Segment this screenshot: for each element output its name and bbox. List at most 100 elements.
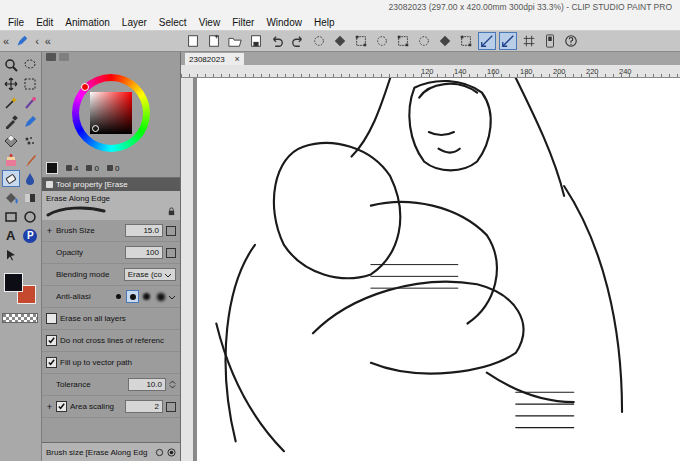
- expander[interactable]: +: [46, 226, 53, 236]
- menu-bar: File Edit Animation Layer Select View Filter Wi…: [0, 14, 680, 31]
- tool-button[interactable]: [22, 189, 40, 206]
- command-button[interactable]: [562, 32, 580, 50]
- collapse-button[interactable]: «: [3, 36, 9, 47]
- tool-button[interactable]: [22, 170, 39, 187]
- spinner-icon[interactable]: [169, 379, 176, 390]
- color-wheel[interactable]: [42, 64, 180, 161]
- canvas-tab[interactable]: 23082023 ×: [185, 53, 244, 65]
- tool-button[interactable]: [2, 113, 20, 130]
- blending-mode-select[interactable]: Erase (co: [124, 268, 176, 281]
- balloon-icon: P: [23, 229, 37, 243]
- tool-button[interactable]: [2, 75, 20, 92]
- command-button[interactable]: [457, 32, 475, 50]
- airbrush-icon: [23, 134, 37, 148]
- saturation-square[interactable]: [90, 92, 132, 134]
- redo-icon: [291, 34, 305, 48]
- menu-item[interactable]: File: [8, 17, 24, 28]
- command-button[interactable]: [289, 32, 307, 50]
- tool-button[interactable]: [2, 151, 20, 168]
- command-button[interactable]: [331, 32, 349, 50]
- command-button[interactable]: [352, 32, 370, 50]
- menu-item[interactable]: Animation: [65, 17, 109, 28]
- menu-item[interactable]: Window: [266, 17, 302, 28]
- anti-alias-option[interactable]: [112, 290, 125, 303]
- command-button[interactable]: [520, 32, 538, 50]
- command-button[interactable]: [499, 32, 517, 50]
- tool-button[interactable]: [2, 94, 20, 111]
- tool-button[interactable]: [22, 56, 40, 73]
- transparent-swatch[interactable]: [2, 313, 38, 323]
- color-set-tab-icon[interactable]: [59, 53, 69, 61]
- tool-button[interactable]: [2, 132, 20, 149]
- tool-button[interactable]: [22, 75, 40, 92]
- tool-button[interactable]: [22, 151, 40, 168]
- property-row: Blending mode Erase (co: [42, 264, 180, 286]
- close-tab-button[interactable]: ×: [235, 54, 240, 64]
- tool-button[interactable]: A: [2, 227, 20, 244]
- settings-icon[interactable]: [167, 448, 176, 457]
- canvas[interactable]: [197, 78, 680, 461]
- menu-item[interactable]: View: [199, 17, 221, 28]
- tool-button[interactable]: [2, 246, 20, 263]
- command-button[interactable]: [205, 32, 223, 50]
- anti-alias-option[interactable]: [126, 290, 139, 303]
- color-wheel-tab-icon[interactable]: [46, 53, 56, 61]
- checkbox[interactable]: [56, 401, 67, 412]
- command-button[interactable]: [226, 32, 244, 50]
- command-button[interactable]: [247, 32, 265, 50]
- wrench-icon[interactable]: [155, 448, 164, 457]
- anti-alias-icon: [116, 294, 121, 299]
- command-button[interactable]: [184, 32, 202, 50]
- pressure-icon[interactable]: [166, 248, 176, 258]
- checkbox[interactable]: [46, 335, 57, 346]
- tool-button[interactable]: [22, 94, 40, 111]
- tool-button[interactable]: [2, 189, 20, 206]
- anti-alias-option[interactable]: [154, 290, 167, 303]
- save-icon: [249, 34, 263, 48]
- tool-button[interactable]: P: [22, 227, 40, 244]
- value-field[interactable]: 100: [125, 246, 163, 259]
- command-button[interactable]: [436, 32, 454, 50]
- lock-icon[interactable]: [167, 207, 176, 216]
- deselect-icon: [375, 34, 389, 48]
- checkbox[interactable]: [46, 313, 57, 324]
- value-field[interactable]: 15.0: [125, 224, 163, 237]
- color-swatch[interactable]: [4, 273, 23, 292]
- menu-item[interactable]: Help: [314, 17, 335, 28]
- value-field[interactable]: 10.0: [128, 378, 166, 391]
- panel-footer: Brush size [Erase Along Edg: [42, 442, 180, 461]
- pressure-icon[interactable]: [166, 402, 176, 412]
- anti-alias-option[interactable]: [140, 290, 153, 303]
- expander[interactable]: +: [46, 402, 53, 412]
- command-button[interactable]: [478, 32, 496, 50]
- tool-button[interactable]: [2, 56, 20, 73]
- tool-button[interactable]: [22, 208, 40, 225]
- command-button[interactable]: [310, 32, 328, 50]
- chevron-down-icon[interactable]: [168, 293, 176, 301]
- pen-icon: [15, 34, 29, 48]
- hue-ring[interactable]: [72, 74, 150, 152]
- command-button[interactable]: [394, 32, 412, 50]
- checkbox[interactable]: [46, 357, 57, 368]
- menu-item[interactable]: Filter: [232, 17, 254, 28]
- ruler-label: 200: [553, 67, 586, 76]
- menu-item[interactable]: Edit: [36, 17, 53, 28]
- command-button[interactable]: [373, 32, 391, 50]
- collapse-button[interactable]: «: [45, 36, 51, 47]
- help-icon: [564, 34, 578, 48]
- invert-icon: [417, 34, 431, 48]
- tool-button[interactable]: [22, 113, 40, 130]
- sub-tool-label: Erase Along Edge: [46, 194, 176, 203]
- command-button[interactable]: [268, 32, 286, 50]
- command-button[interactable]: [541, 32, 559, 50]
- tool-button[interactable]: [2, 208, 20, 225]
- pencil-icon: [4, 134, 18, 148]
- pressure-icon[interactable]: [166, 226, 176, 236]
- value-field[interactable]: 2: [125, 400, 163, 413]
- tool-button[interactable]: [22, 132, 40, 149]
- menu-item[interactable]: Layer: [122, 17, 147, 28]
- tool-button[interactable]: [2, 170, 20, 187]
- collapse-button[interactable]: ‹: [35, 36, 39, 47]
- command-button[interactable]: [415, 32, 433, 50]
- menu-item[interactable]: Select: [159, 17, 187, 28]
